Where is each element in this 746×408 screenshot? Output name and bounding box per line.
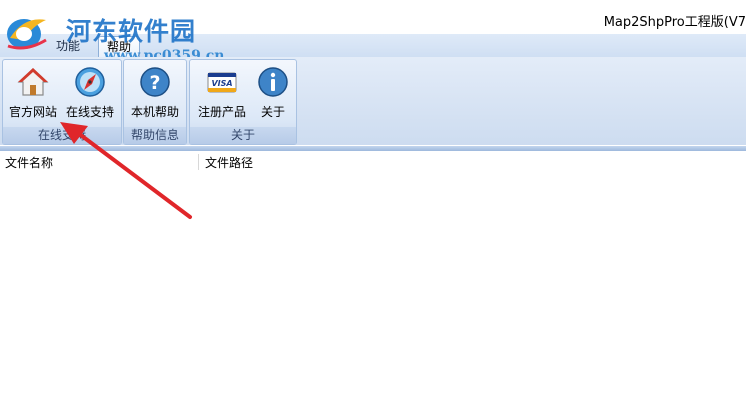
- svg-text:?: ?: [149, 72, 160, 94]
- ribbon-group-about: VISA 注册产品 关于 关于: [189, 59, 297, 145]
- window-title: Map2ShpPro工程版(V7: [603, 15, 746, 30]
- watermark-site-name: 河东软件园: [66, 17, 197, 46]
- official-website-button[interactable]: 官方网站: [5, 66, 61, 124]
- group-label-online-support: 在线支持: [3, 127, 121, 144]
- local-help-label: 本机帮助: [130, 105, 179, 119]
- visa-card-icon: VISA: [207, 72, 237, 93]
- column-divider[interactable]: [198, 154, 199, 170]
- file-list-header: 文件名称 文件路径: [0, 151, 746, 170]
- watermark-logo-icon: [7, 19, 47, 50]
- about-label: 关于: [260, 105, 285, 119]
- info-icon: [258, 67, 288, 97]
- register-product-label: 注册产品: [197, 105, 246, 119]
- official-website-label: 官方网站: [8, 105, 57, 119]
- column-header-file-path[interactable]: 文件路径: [205, 154, 253, 171]
- online-support-button[interactable]: 在线支持: [61, 66, 119, 124]
- group-label-about: 关于: [190, 127, 296, 144]
- svg-text:VISA: VISA: [211, 79, 232, 88]
- ribbon: 官方网站 在线支持 在线支持 ? 本机帮助 帮助信息 VISA 注册产品 关于 …: [0, 57, 746, 145]
- compass-icon: [75, 67, 105, 97]
- local-help-button[interactable]: ? 本机帮助: [127, 66, 183, 124]
- ribbon-group-online-support: 官方网站 在线支持 在线支持: [2, 59, 122, 145]
- file-list-body[interactable]: [0, 170, 746, 408]
- online-support-label: 在线支持: [65, 105, 114, 119]
- home-icon: [17, 68, 49, 96]
- column-header-file-name[interactable]: 文件名称: [5, 154, 53, 171]
- register-product-button[interactable]: VISA 注册产品: [192, 66, 252, 124]
- help-icon: ?: [140, 67, 170, 97]
- group-label-help-info: 帮助信息: [124, 127, 186, 144]
- ribbon-group-help-info: ? 本机帮助 帮助信息: [123, 59, 187, 145]
- about-button[interactable]: 关于: [252, 66, 294, 124]
